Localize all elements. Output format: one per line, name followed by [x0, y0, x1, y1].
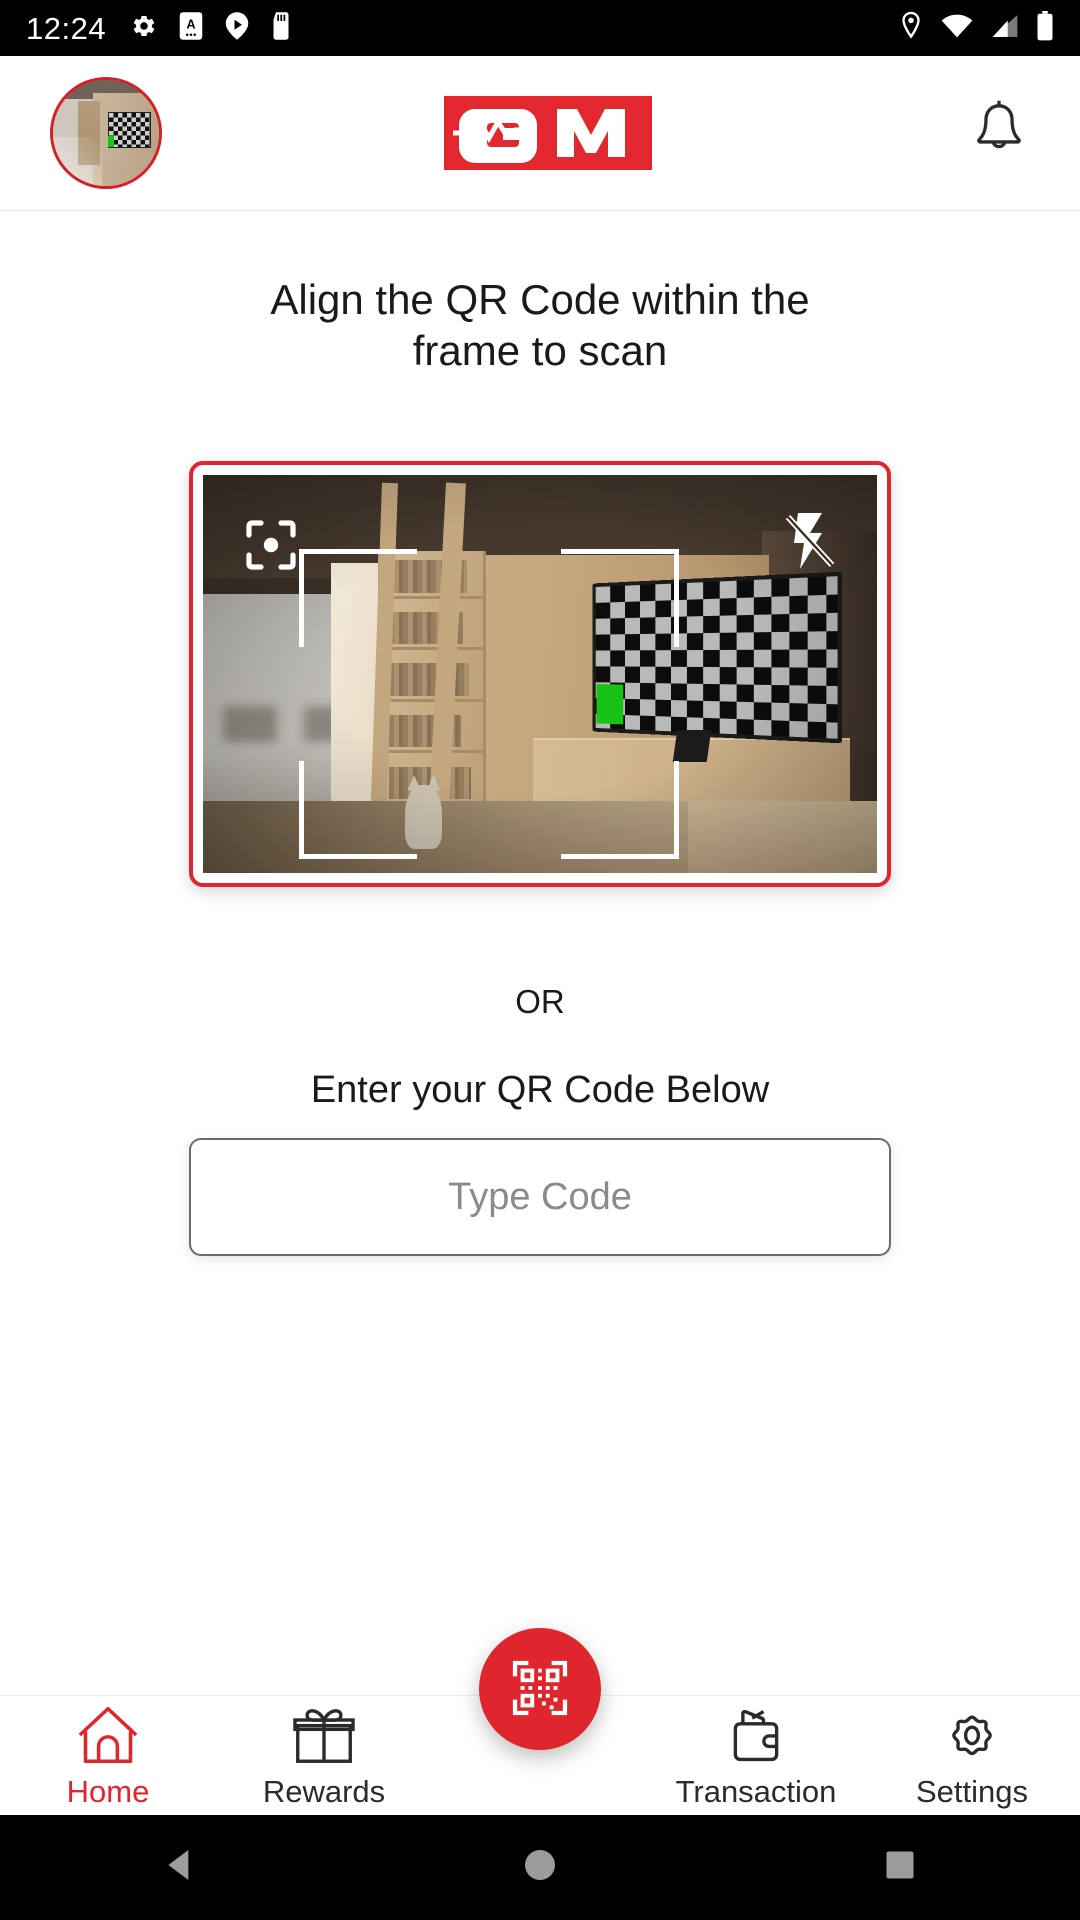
- app-letter-a-icon: A: [178, 11, 204, 46]
- battery-icon: [1036, 10, 1054, 46]
- cellular-signal-icon: [990, 11, 1020, 46]
- page-title-line2: frame to scan: [412, 327, 668, 375]
- nav-item-settings[interactable]: Settings: [864, 1705, 1080, 1807]
- home-icon: [75, 1705, 141, 1770]
- phone-screen: 12:24 A Align the QR Code within the fra…: [0, 0, 1080, 1920]
- nav-label-home: Home: [66, 1773, 150, 1809]
- nav-label-transaction: Transaction: [675, 1773, 837, 1809]
- nav-item-rewards[interactable]: Rewards: [216, 1705, 432, 1807]
- back-triangle-icon: [160, 1845, 200, 1890]
- recents-square-icon: [882, 1847, 918, 1888]
- scan-frame-bracket: [299, 549, 679, 859]
- nav-label-rewards: Rewards: [262, 1773, 386, 1809]
- play-store-icon: [224, 11, 250, 46]
- qr-code-input[interactable]: [189, 1138, 891, 1256]
- camera-viewfinder[interactable]: [203, 475, 877, 873]
- or-divider-text: OR: [515, 983, 565, 1020]
- android-system-nav: [0, 1815, 1080, 1920]
- enter-code-label: Enter your QR Code Below: [310, 1069, 770, 1111]
- gear-icon: [128, 11, 158, 46]
- flash-off-icon[interactable]: [783, 511, 837, 576]
- system-recents-button[interactable]: [820, 1815, 980, 1920]
- page-title-line1: Align the QR Code within the: [270, 276, 810, 323]
- status-bar-right-icons: [898, 10, 1054, 46]
- center-focus-icon[interactable]: [245, 519, 297, 576]
- gear-icon: [941, 1705, 1003, 1770]
- svg-text:A: A: [187, 17, 196, 31]
- app-header: [0, 56, 1080, 211]
- scan-qr-fab[interactable]: [479, 1628, 601, 1750]
- notification-button[interactable]: [934, 98, 1030, 169]
- gift-icon: [291, 1705, 357, 1770]
- system-home-button[interactable]: [460, 1815, 620, 1920]
- qr-scan-icon: [509, 1657, 571, 1722]
- status-bar-left-icons: A: [128, 11, 292, 46]
- wallet-icon: [725, 1705, 787, 1770]
- location-icon: [898, 11, 924, 46]
- home-circle-icon: [520, 1845, 560, 1890]
- nav-item-home[interactable]: Home: [0, 1705, 216, 1807]
- qr-scanner-card[interactable]: [189, 461, 891, 887]
- nav-label-settings: Settings: [915, 1773, 1028, 1809]
- wifi-icon: [940, 11, 974, 46]
- brand-logo-wrap: [162, 96, 934, 170]
- status-bar: 12:24 A: [0, 0, 1080, 56]
- avatar[interactable]: [50, 77, 162, 189]
- page-title: Align the QR Code within the frame to sc…: [0, 274, 1080, 376]
- status-bar-clock: 12:24: [26, 10, 107, 46]
- main-content: Align the QR Code within the frame to sc…: [0, 211, 1080, 1695]
- nav-item-transaction[interactable]: Transaction: [648, 1705, 864, 1807]
- gm-logo: [444, 96, 652, 170]
- bell-icon: [968, 98, 1030, 169]
- system-back-button[interactable]: [100, 1815, 260, 1920]
- sd-card-icon: [270, 11, 292, 46]
